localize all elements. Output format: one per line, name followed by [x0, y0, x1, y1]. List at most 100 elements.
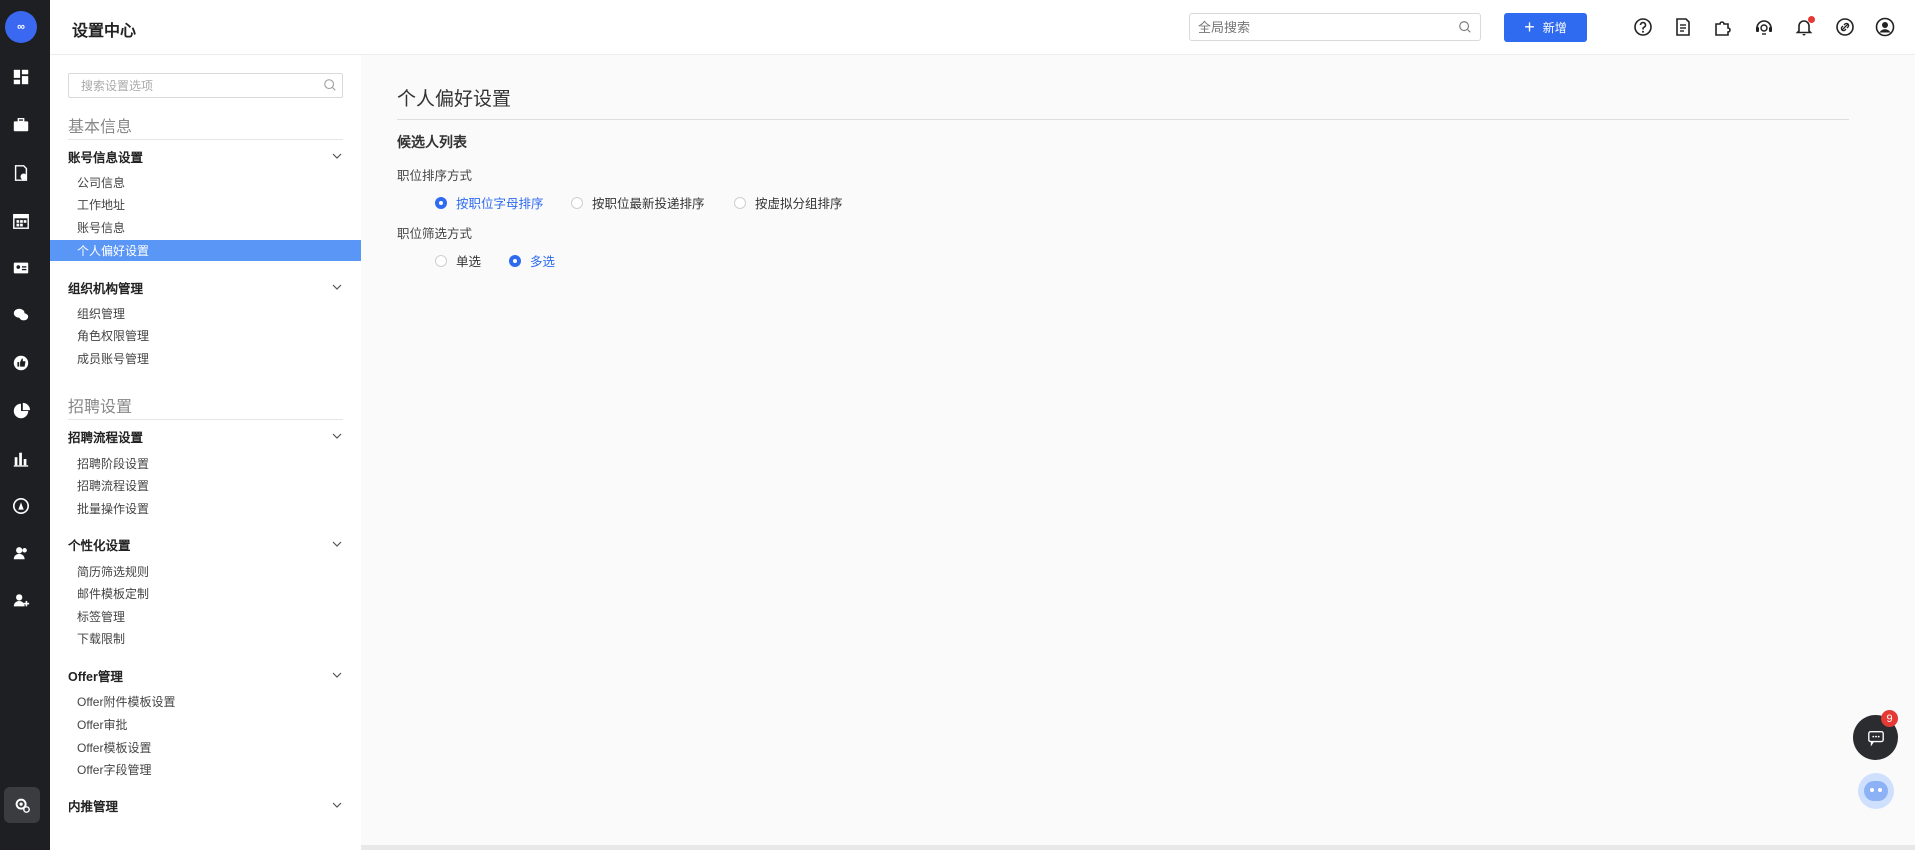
- sidebar-item-account-info[interactable]: 账号信息: [50, 217, 361, 238]
- help-icon[interactable]: [1632, 16, 1654, 38]
- sidebar-item-label: Offer模板设置: [77, 741, 152, 755]
- radio-indicator[interactable]: [435, 196, 447, 209]
- global-search-input[interactable]: [1190, 14, 1430, 40]
- robot-icon: [1864, 781, 1888, 801]
- sidebar-item-offer-attachment-templates[interactable]: Offer附件模板设置: [50, 691, 361, 712]
- settings-search-input[interactable]: [69, 74, 309, 97]
- app-logo[interactable]: ∞: [5, 11, 37, 43]
- sidebar-item-label: 标签管理: [77, 610, 126, 624]
- chevron-down-icon[interactable]: [331, 150, 343, 162]
- radio-sort-latest-application[interactable]: 按职位最新投递排序: [571, 193, 705, 212]
- sidebar-item-work-address[interactable]: 工作地址: [50, 194, 361, 215]
- support-icon[interactable]: [1753, 16, 1775, 38]
- settings-search[interactable]: [68, 73, 343, 98]
- notification-dot: [1808, 16, 1815, 23]
- sidebar-item-label: 招聘流程设置: [77, 479, 150, 493]
- group-personalization[interactable]: 个性化设置: [68, 534, 343, 554]
- assistant-bot-button[interactable]: [1858, 773, 1894, 809]
- section-divider: [68, 419, 343, 420]
- document-icon[interactable]: [1672, 16, 1694, 38]
- user-icon[interactable]: [1874, 16, 1896, 38]
- search-icon[interactable]: [1458, 20, 1472, 34]
- sidebar-item-member-accounts[interactable]: 成员账号管理: [50, 348, 361, 369]
- sidebar-item-offer-approval[interactable]: Offer审批: [50, 714, 361, 735]
- briefcase-icon[interactable]: [11, 115, 31, 135]
- group-label: 招聘流程设置: [68, 430, 144, 445]
- radio-label: 单选: [456, 255, 482, 269]
- group-offer-management[interactable]: Offer管理: [68, 665, 343, 685]
- chat-badge: 9: [1881, 710, 1898, 727]
- sidebar-item-label: 组织管理: [77, 307, 126, 321]
- sidebar-item-tag-management[interactable]: 标签管理: [50, 606, 361, 627]
- thumbs-up-icon[interactable]: [11, 353, 31, 373]
- team-icon[interactable]: [11, 543, 31, 563]
- sidebar-item-label: 账号信息: [77, 221, 126, 235]
- sidebar-item-label: 批量操作设置: [77, 502, 150, 516]
- chevron-down-icon[interactable]: [331, 669, 343, 681]
- radio-indicator[interactable]: [571, 196, 583, 209]
- bell-icon[interactable]: [1793, 16, 1815, 38]
- chevron-down-icon[interactable]: [331, 281, 343, 293]
- sidebar-item-recruiting-flow[interactable]: 招聘流程设置: [50, 475, 361, 496]
- sidebar-item-label: 公司信息: [77, 176, 126, 190]
- sidebar-item-resume-filter-rules[interactable]: 简历筛选规则: [50, 561, 361, 582]
- sidebar-item-personal-preferences[interactable]: 个人偏好设置: [50, 240, 361, 261]
- sort-method-label: 职位排序方式: [397, 169, 473, 183]
- wechat-icon[interactable]: [11, 305, 31, 325]
- dashboard-icon[interactable]: [11, 67, 31, 87]
- id-card-icon[interactable]: [11, 258, 31, 278]
- section-title-recruiting: 招聘设置: [68, 399, 133, 416]
- sidebar-item-offer-fields[interactable]: Offer字段管理: [50, 759, 361, 780]
- group-label: 账号信息设置: [68, 150, 144, 165]
- bar-chart-icon[interactable]: [11, 449, 31, 469]
- sidebar-item-recruiting-stages[interactable]: 招聘阶段设置: [50, 453, 361, 474]
- radio-indicator[interactable]: [435, 254, 447, 267]
- chevron-down-icon[interactable]: [331, 430, 343, 442]
- group-label: 组织机构管理: [68, 281, 144, 296]
- group-recruiting-process[interactable]: 招聘流程设置: [68, 426, 343, 446]
- group-label: Offer管理: [68, 669, 123, 684]
- global-search[interactable]: [1189, 13, 1481, 41]
- radio-sort-virtual-group[interactable]: 按虚拟分组排序: [734, 193, 843, 212]
- sidebar-item-label: 邮件模板定制: [77, 587, 150, 601]
- sidebar-item-label: 角色权限管理: [77, 329, 150, 343]
- chat-icon: [1867, 730, 1884, 747]
- group-referral-management[interactable]: 内推管理: [68, 795, 343, 815]
- title-divider: [397, 119, 1849, 120]
- chevron-down-icon[interactable]: [331, 799, 343, 811]
- group-label: 个性化设置: [68, 538, 131, 553]
- contact-icon[interactable]: [11, 496, 31, 516]
- radio-label: 多选: [530, 255, 556, 269]
- pie-chart-icon[interactable]: [11, 401, 31, 421]
- radio-indicator[interactable]: [509, 254, 521, 267]
- settings-icon[interactable]: [4, 787, 40, 823]
- sidebar-item-label: 个人偏好设置: [77, 244, 150, 258]
- sidebar-item-download-limits[interactable]: 下载限制: [50, 628, 361, 649]
- link-icon[interactable]: [1834, 16, 1856, 38]
- group-account-settings[interactable]: 账号信息设置: [68, 146, 343, 166]
- sidebar-item-role-permissions[interactable]: 角色权限管理: [50, 325, 361, 346]
- sidebar-item-batch-operations[interactable]: 批量操作设置: [50, 498, 361, 519]
- sidebar-item-email-templates[interactable]: 邮件模板定制: [50, 583, 361, 604]
- chevron-down-icon[interactable]: [331, 538, 343, 550]
- radio-filter-single[interactable]: 单选: [435, 251, 481, 270]
- new-button[interactable]: + 新增: [1504, 13, 1587, 42]
- radio-indicator[interactable]: [734, 196, 746, 209]
- radio-filter-multiple[interactable]: 多选: [509, 251, 555, 270]
- plugin-icon[interactable]: [1712, 16, 1734, 38]
- logo-glyph: ∞: [17, 21, 25, 33]
- group-org-management[interactable]: 组织机构管理: [68, 277, 343, 297]
- sidebar-item-company-info[interactable]: 公司信息: [50, 172, 361, 193]
- search-icon[interactable]: [323, 78, 337, 92]
- left-rail: ∞: [0, 0, 50, 850]
- top-header: 设置中心 + 新增: [50, 0, 1915, 55]
- member-icon[interactable]: [11, 591, 31, 611]
- sidebar-item-label: 简历筛选规则: [77, 565, 150, 579]
- sidebar-item-label: 招聘阶段设置: [77, 457, 150, 471]
- resume-icon[interactable]: [11, 163, 31, 183]
- calendar-icon[interactable]: [11, 211, 31, 231]
- radio-sort-alphabetical[interactable]: 按职位字母排序: [435, 193, 544, 212]
- sidebar-item-org-management[interactable]: 组织管理: [50, 303, 361, 324]
- sidebar-item-offer-templates[interactable]: Offer模板设置: [50, 737, 361, 758]
- radio-label: 按职位字母排序: [456, 197, 544, 211]
